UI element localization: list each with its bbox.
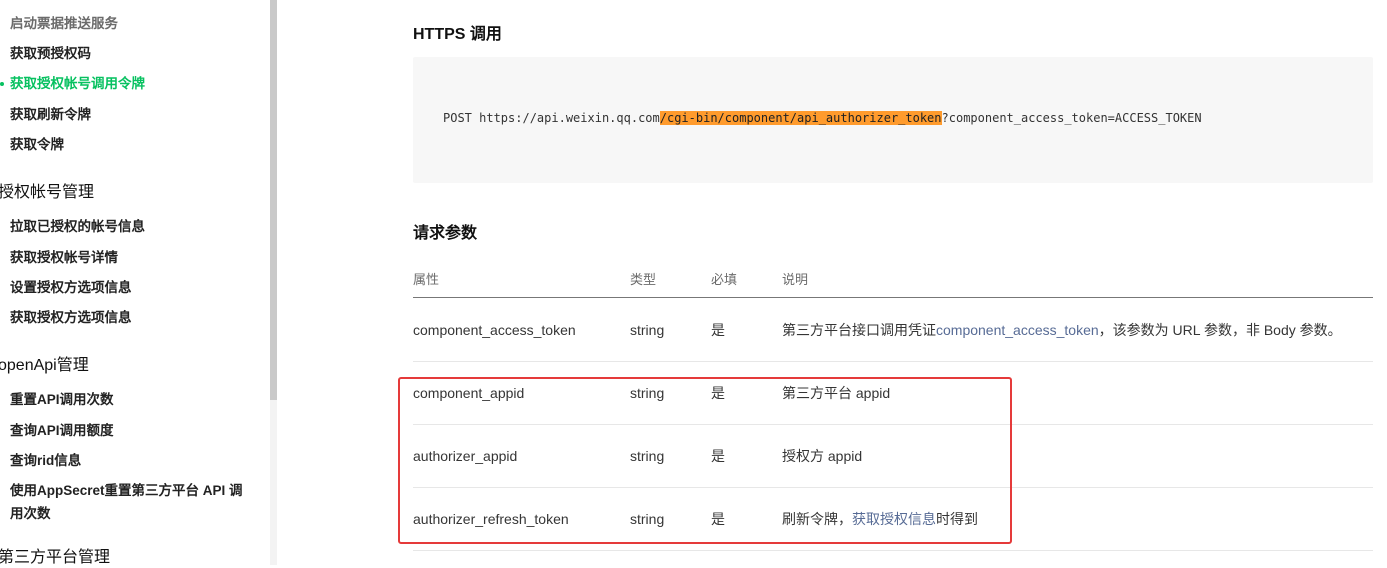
desc-text-suffix: ，该参数为 URL 参数，非 Body 参数。 xyxy=(1098,321,1342,338)
sidebar-item-list-authorized[interactable]: 拉取已授权的帐号信息 xyxy=(10,218,145,236)
active-indicator-dot xyxy=(0,82,4,86)
param-type: string xyxy=(630,297,711,362)
sidebar-item-query-rid[interactable]: 查询rid信息 xyxy=(10,452,81,470)
desc-text: 第三方平台 appid xyxy=(782,385,891,401)
sidebar-item-refresh-token[interactable]: 获取刷新令牌 xyxy=(10,106,91,124)
param-description: 第三方平台接口调用凭证component_access_token，该参数为 U… xyxy=(782,297,1373,362)
request-params-heading: 请求参数 xyxy=(413,225,478,242)
sidebar-group-authorized-accounts[interactable]: 授权帐号管理 xyxy=(0,183,94,203)
param-type: string xyxy=(630,361,711,425)
desc-text: 授权方 appid xyxy=(782,448,863,464)
sidebar-item-authorizer-detail[interactable]: 获取授权帐号详情 xyxy=(10,249,118,267)
param-required: 是 xyxy=(711,361,782,425)
param-type: string xyxy=(630,487,711,551)
sidebar-item-get-option[interactable]: 获取授权方选项信息 xyxy=(10,309,132,327)
header-type: 类型 xyxy=(630,260,711,298)
desc-text: 第三方平台接口调用凭证 xyxy=(782,321,936,338)
desc-text-suffix: 时得到 xyxy=(936,511,978,527)
sidebar-item-reset-quota[interactable]: 重置API调用次数 xyxy=(10,391,114,409)
header-description: 说明 xyxy=(782,260,1373,298)
header-required: 必填 xyxy=(711,260,782,298)
sidebar-item-authorizer-token[interactable]: 获取授权帐号调用令牌 xyxy=(10,75,145,93)
param-required: 是 xyxy=(711,424,782,488)
param-name: component_appid xyxy=(413,361,630,425)
sidebar-group-openapi[interactable]: openApi管理 xyxy=(0,356,89,376)
url-path-highlight: /cgi-bin/component/api_authorizer_token xyxy=(659,111,942,125)
table-header-row: 属性 类型 必填 说明 xyxy=(413,260,1373,298)
sidebar-item-query-quota[interactable]: 查询API调用额度 xyxy=(10,422,114,440)
header-attribute: 属性 xyxy=(413,260,630,298)
table-row: component_access_token string 是 第三方平台接口调… xyxy=(413,297,1373,362)
url-query: ?component_access_token=ACCESS_TOKEN xyxy=(941,111,1202,125)
param-required: 是 xyxy=(711,487,782,551)
sidebar-nav: 启动票据推送服务 获取预授权码 获取授权帐号调用令牌 获取刷新令牌 获取令牌 授… xyxy=(0,0,270,568)
sidebar-scrollbar-thumb[interactable] xyxy=(270,0,277,400)
https-call-heading: HTTPS 调用 xyxy=(413,26,502,43)
url-prefix: POST https://api.weixin.qq.com xyxy=(443,111,660,125)
code-block: POST https://api.weixin.qq.com/cgi-bin/c… xyxy=(413,57,1373,183)
sidebar-item-ticket-push[interactable]: 启动票据推送服务 xyxy=(10,15,118,33)
sidebar-item-pre-auth-code[interactable]: 获取预授权码 xyxy=(10,45,91,63)
param-name: component_access_token xyxy=(413,297,630,362)
sidebar-item-set-option[interactable]: 设置授权方选项信息 xyxy=(10,279,132,297)
sidebar-item-get-token[interactable]: 获取令牌 xyxy=(10,136,64,154)
desc-link[interactable]: component_access_token xyxy=(936,322,1099,338)
param-description: 刷新令牌，获取授权信息时得到 xyxy=(782,487,1373,551)
table-row: authorizer_appid string 是 授权方 appid xyxy=(413,424,1373,488)
table-row: component_appid string 是 第三方平台 appid xyxy=(413,361,1373,425)
request-url: POST https://api.weixin.qq.com/cgi-bin/c… xyxy=(443,111,1202,125)
sidebar-item-reset-by-appsecret[interactable]: 使用AppSecret重置第三方平台 API 调用次数 xyxy=(10,479,250,525)
param-description: 第三方平台 appid xyxy=(782,361,1373,425)
sidebar-group-platform-manage[interactable]: 第三方平台管理 xyxy=(0,548,110,568)
param-name: authorizer_refresh_token xyxy=(413,487,630,551)
params-table: 属性 类型 必填 说明 component_access_token strin… xyxy=(413,260,1373,551)
param-name: authorizer_appid xyxy=(413,424,630,488)
desc-text: 刷新令牌， xyxy=(782,511,852,527)
param-description: 授权方 appid xyxy=(782,424,1373,488)
param-type: string xyxy=(630,424,711,488)
param-required: 是 xyxy=(711,297,782,362)
desc-link[interactable]: 获取授权信息 xyxy=(852,511,936,527)
table-row: authorizer_refresh_token string 是 刷新令牌，获… xyxy=(413,487,1373,551)
